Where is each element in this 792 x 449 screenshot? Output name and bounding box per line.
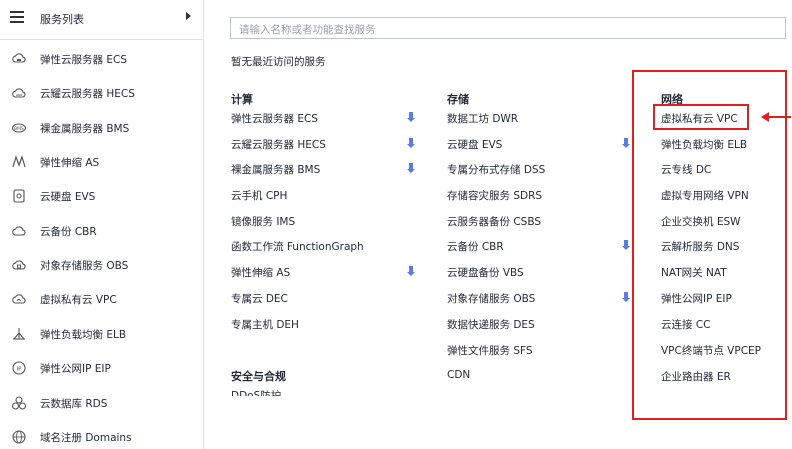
bare-metal-icon: BMS: [11, 123, 27, 133]
service-link[interactable]: CDN: [447, 369, 470, 381]
service-link[interactable]: 云备份 CBR: [447, 239, 504, 254]
search-box[interactable]: [230, 17, 786, 40]
object-storage-icon: [12, 260, 26, 270]
globe-icon: [12, 430, 26, 444]
disk-icon: [13, 189, 25, 203]
pin-icon[interactable]: [622, 240, 630, 251]
database-icon: [11, 396, 27, 410]
sidebar-item-label: 云耀云服务器 HECS: [40, 88, 135, 100]
auto-scaling-icon: [12, 155, 26, 168]
sidebar-item-obs[interactable]: 对象存储服务 OBS: [0, 250, 203, 280]
sidebar-header[interactable]: 服务列表: [0, 0, 203, 40]
service-link[interactable]: 云服务器备份 CSBS: [447, 214, 541, 229]
sidebar-item-label: 虚拟私有云 VPC: [40, 294, 117, 306]
service-link[interactable]: 专属主机 DEH: [231, 317, 299, 332]
sidebar-item-elb[interactable]: 弹性负载均衡 ELB: [0, 319, 203, 349]
sidebar-item-domains[interactable]: 域名注册 Domains: [0, 422, 203, 449]
service-link[interactable]: 对象存储服务 OBS: [447, 291, 535, 306]
service-link[interactable]: 弹性伸缩 AS: [231, 265, 290, 280]
sidebar-item-ecs[interactable]: 弹性云服务器 ECS: [0, 44, 203, 74]
service-link[interactable]: 云手机 CPH: [231, 188, 287, 203]
sidebar-item-label: 对象存储服务 OBS: [40, 260, 129, 272]
service-link[interactable]: 弹性文件服务 SFS: [447, 343, 533, 358]
service-link[interactable]: 镜像服务 IMS: [231, 214, 295, 229]
sidebar-item-evs[interactable]: 云硬盘 EVS: [0, 181, 203, 211]
sidebar-item-label: 裸金属服务器 BMS: [40, 123, 130, 135]
pin-icon[interactable]: [622, 292, 630, 303]
service-link[interactable]: 专属分布式存储 DSS: [447, 162, 545, 177]
sidebar-item-label: 云数据库 RDS: [40, 398, 108, 410]
cloud-icon: [12, 88, 26, 98]
sidebar-item-label: 弹性伸缩 AS: [40, 157, 100, 169]
sidebar-item-label: 弹性公网IP EIP: [40, 363, 111, 375]
service-link[interactable]: 弹性云服务器 ECS: [231, 111, 318, 126]
annotation-arrow-icon: [761, 112, 791, 122]
pin-icon[interactable]: [407, 266, 415, 277]
service-link[interactable]: 数据工坊 DWR: [447, 111, 518, 126]
cloud-backup-icon: [12, 226, 26, 236]
sidebar-item-label: 云硬盘 EVS: [40, 191, 96, 203]
service-link[interactable]: 云硬盘 EVS: [447, 137, 502, 152]
service-link[interactable]: 专属云 DEC: [231, 291, 288, 306]
recent-services-empty: 暂无最近访问的服务: [231, 56, 326, 68]
sidebar-item-label: 域名注册 Domains: [40, 432, 132, 444]
sidebar-item-bms[interactable]: BMS 裸金属服务器 BMS: [0, 113, 203, 143]
eip-icon: IP: [12, 361, 26, 375]
sidebar-title: 服务列表: [40, 13, 84, 26]
service-link[interactable]: 函数工作流 FunctionGraph: [231, 239, 364, 254]
load-balancer-icon: [13, 328, 25, 340]
sidebar-item-cbr[interactable]: 云备份 CBR: [0, 216, 203, 246]
service-link[interactable]: 数据快递服务 DES: [447, 317, 535, 332]
sidebar-item-label: 云备份 CBR: [40, 226, 97, 238]
sidebar-item-eip[interactable]: IP 弹性公网IP EIP: [0, 353, 203, 383]
cloud-server-icon: [12, 53, 26, 63]
sidebar-item-rds[interactable]: 云数据库 RDS: [0, 388, 203, 418]
vpc-icon: [12, 294, 26, 304]
svg-text:IP: IP: [17, 366, 23, 372]
svg-text:BMS: BMS: [14, 126, 24, 132]
service-link[interactable]: 云耀云服务器 HECS: [231, 137, 326, 152]
pin-icon[interactable]: [407, 163, 415, 174]
category-title-security: 安全与合规: [231, 370, 286, 383]
vpc-highlight-box: [653, 104, 749, 130]
hamburger-menu-icon[interactable]: [10, 11, 24, 23]
service-link[interactable]: 云硬盘备份 VBS: [447, 265, 524, 280]
category-title-compute: 计算: [231, 93, 253, 106]
sidebar: 服务列表 弹性云服务器 ECS 云耀云服务器 HECS BMS 裸金属服务器 B…: [0, 0, 204, 449]
service-link[interactable]: DDoS防护: [231, 388, 281, 396]
category-title-storage: 存储: [447, 93, 469, 106]
pin-icon[interactable]: [407, 138, 415, 149]
pin-icon[interactable]: [622, 138, 630, 149]
pin-icon[interactable]: [407, 112, 415, 123]
search-input[interactable]: [231, 20, 785, 40]
sidebar-item-hecs[interactable]: 云耀云服务器 HECS: [0, 78, 203, 108]
service-link[interactable]: 存储容灾服务 SDRS: [447, 188, 542, 203]
expand-arrow-icon[interactable]: [186, 12, 191, 20]
sidebar-item-label: 弹性云服务器 ECS: [40, 54, 127, 66]
sidebar-item-label: 弹性负载均衡 ELB: [40, 329, 127, 341]
service-link[interactable]: 裸金属服务器 BMS: [231, 162, 320, 177]
sidebar-item-vpc[interactable]: 虚拟私有云 VPC: [0, 284, 203, 314]
sidebar-item-as[interactable]: 弹性伸缩 AS: [0, 147, 203, 177]
